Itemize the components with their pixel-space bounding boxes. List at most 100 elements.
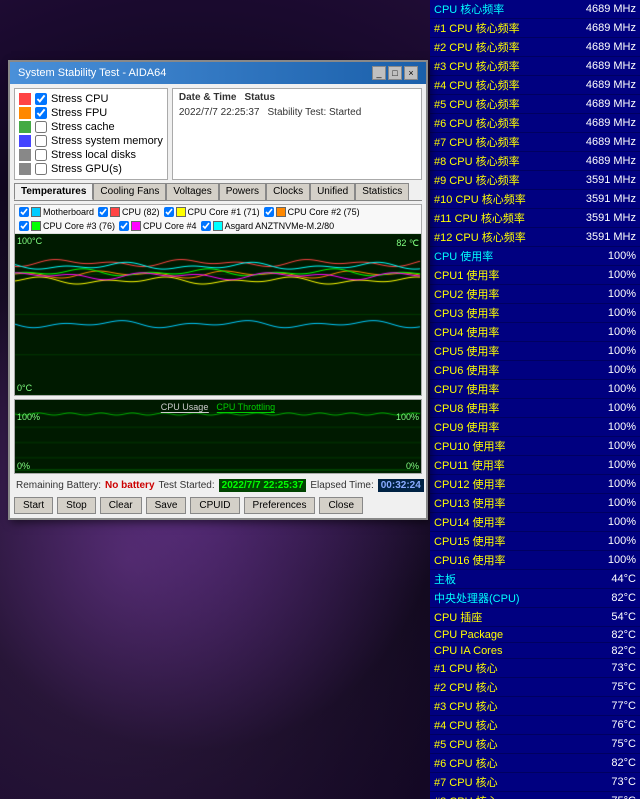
checkbox-row-3: Stress system memory	[19, 135, 163, 147]
monitor-value-25: 100%	[608, 478, 636, 490]
tab-temperatures[interactable]: Temperatures	[14, 183, 93, 200]
legend-label-6: Asgard ANZTNVMe-M.2/80	[225, 221, 335, 231]
elapsed-time-label: Elapsed Time:	[310, 480, 373, 491]
cpuid-button[interactable]: CPUID	[190, 497, 239, 514]
checkbox-stress_system_memory[interactable]	[35, 135, 47, 147]
monitor-value-2: 4689 MHz	[586, 41, 636, 53]
monitor-row-19: CPU6 使用率100%	[430, 361, 640, 380]
tab-cooling-fans[interactable]: Cooling Fans	[93, 183, 166, 200]
monitor-value-9: 3591 MHz	[586, 174, 636, 186]
legend-checkbox-1[interactable]	[98, 207, 108, 217]
legend-color-5	[131, 221, 141, 231]
start-button[interactable]: Start	[14, 497, 53, 514]
cpu-usage-area: CPU Usage CPU Throttling 100% 0% 100% 0%	[14, 399, 422, 474]
save-button[interactable]: Save	[146, 497, 187, 514]
window-content: Stress CPUStress FPUStress cacheStress s…	[10, 84, 426, 518]
monitor-row-18: CPU5 使用率 100%	[430, 342, 640, 361]
legend-checkbox-2[interactable]	[164, 207, 174, 217]
graph-current-value: 82 ℃	[396, 238, 419, 249]
close-button[interactable]: Close	[319, 497, 363, 514]
legend-checkbox-5[interactable]	[119, 221, 129, 231]
checkbox-stress_fpu[interactable]	[35, 107, 47, 119]
monitor-row-38: #4 CPU 核心76°C	[430, 716, 640, 735]
checkbox-row-0: Stress CPU	[19, 93, 163, 105]
monitor-panel: CPU 核心频率4689 MHz#1 CPU 核心频率4689 MHz#2 CP…	[430, 0, 640, 799]
legend-label-0: Motherboard	[43, 207, 94, 217]
monitor-row-20: CPU7 使用率100%	[430, 380, 640, 399]
monitor-label-12: #12 CPU 核心频率	[434, 229, 526, 245]
tab-powers[interactable]: Powers	[219, 183, 266, 200]
clear-button[interactable]: Clear	[100, 497, 142, 514]
monitor-row-26: CPU13 使用率100%	[430, 494, 640, 513]
status-box: Date & Time Status 2022/7/7 22:25:37 Sta…	[172, 88, 422, 180]
monitor-value-18: 100%	[608, 345, 636, 357]
monitor-value-34: 82°C	[611, 645, 636, 657]
monitor-value-10: 3591 MHz	[586, 193, 636, 205]
monitor-value-37: 77°C	[611, 700, 636, 712]
checkbox-row-1: Stress FPU	[19, 107, 163, 119]
legend-item-3: CPU Core #2 (75)	[264, 207, 360, 217]
cpu-usage-pct-max: 100%	[396, 412, 419, 422]
monitor-row-4: #4 CPU 核心频率4689 MHz	[430, 76, 640, 95]
monitor-label-23: CPU10 使用率	[434, 438, 506, 454]
checkbox-label-3: Stress system memory	[51, 135, 163, 147]
monitor-row-10: #10 CPU 核心频率3591 MHz	[430, 190, 640, 209]
monitor-row-34: CPU IA Cores82°C	[430, 643, 640, 659]
monitor-value-1: 4689 MHz	[586, 22, 636, 34]
checkbox-label-5: Stress GPU(s)	[51, 163, 122, 175]
monitor-row-2: #2 CPU 核心频率4689 MHz	[430, 38, 640, 57]
monitor-value-41: 73°C	[611, 776, 636, 788]
monitor-value-20: 100%	[608, 383, 636, 395]
checkbox-stress_local_disks[interactable]	[35, 149, 47, 161]
preferences-button[interactable]: Preferences	[244, 497, 316, 514]
cpu-usage-pct-min: 0%	[406, 461, 419, 471]
monitor-row-5: #5 CPU 核心频率4689 MHz	[430, 95, 640, 114]
maximize-button[interactable]: □	[388, 66, 402, 80]
checkbox-stress_cache[interactable]	[35, 121, 47, 133]
tab-unified[interactable]: Unified	[310, 183, 355, 200]
legend-checkbox-6[interactable]	[201, 221, 211, 231]
monitor-row-37: #3 CPU 核心 77°C	[430, 697, 640, 716]
monitor-row-39: #5 CPU 核心75°C	[430, 735, 640, 754]
tab-voltages[interactable]: Voltages	[166, 183, 218, 200]
monitor-value-15: 100%	[608, 288, 636, 300]
checkbox-stress_gpus[interactable]	[35, 163, 47, 175]
monitor-label-42: #8 CPU 核心	[434, 793, 498, 799]
bottom-bar: Remaining Battery: No battery Test Start…	[14, 477, 422, 494]
checkbox-row-4: Stress local disks	[19, 149, 163, 161]
monitor-value-28: 100%	[608, 535, 636, 547]
tab-statistics[interactable]: Statistics	[355, 183, 409, 200]
monitor-value-27: 100%	[608, 516, 636, 528]
temperature-graph-area: MotherboardCPU (82)CPU Core #1 (71)CPU C…	[14, 204, 422, 396]
stop-button[interactable]: Stop	[57, 497, 96, 514]
monitor-label-18: CPU5 使用率	[434, 343, 499, 359]
checkbox-row-5: Stress GPU(s)	[19, 163, 163, 175]
monitor-value-36: 75°C	[611, 681, 636, 693]
monitor-label-37: #3 CPU 核心	[434, 698, 498, 714]
monitor-value-3: 4689 MHz	[586, 60, 636, 72]
temperature-canvas	[15, 234, 421, 395]
cpu-throttling-tab[interactable]: CPU Throttling	[216, 402, 275, 413]
monitor-row-27: CPU14 使用率 100%	[430, 513, 640, 532]
monitor-row-22: CPU9 使用率100%	[430, 418, 640, 437]
close-button[interactable]: ×	[404, 66, 418, 80]
monitor-label-1: #1 CPU 核心频率	[434, 20, 520, 36]
monitor-label-27: CPU14 使用率	[434, 514, 506, 530]
cpu-usage-y-min: 0%	[17, 461, 30, 471]
monitor-label-24: CPU11 使用率	[434, 457, 505, 473]
legend-checkbox-0[interactable]	[19, 207, 29, 217]
monitor-label-5: #5 CPU 核心频率	[434, 96, 520, 112]
monitor-label-22: CPU9 使用率	[434, 419, 499, 435]
minimize-button[interactable]: _	[372, 66, 386, 80]
graph-legend: MotherboardCPU (82)CPU Core #1 (71)CPU C…	[15, 205, 421, 234]
checkbox-stress_cpu[interactable]	[35, 93, 47, 105]
legend-label-5: CPU Core #4	[143, 221, 197, 231]
monitor-row-9: #9 CPU 核心频率3591 MHz	[430, 171, 640, 190]
top-area: Stress CPUStress FPUStress cacheStress s…	[14, 88, 422, 180]
legend-checkbox-3[interactable]	[264, 207, 274, 217]
tab-clocks[interactable]: Clocks	[266, 183, 310, 200]
cpu-usage-tab[interactable]: CPU Usage	[161, 402, 209, 413]
legend-checkbox-4[interactable]	[19, 221, 29, 231]
legend-item-0: Motherboard	[19, 207, 94, 217]
monitor-label-7: #7 CPU 核心频率	[434, 134, 520, 150]
